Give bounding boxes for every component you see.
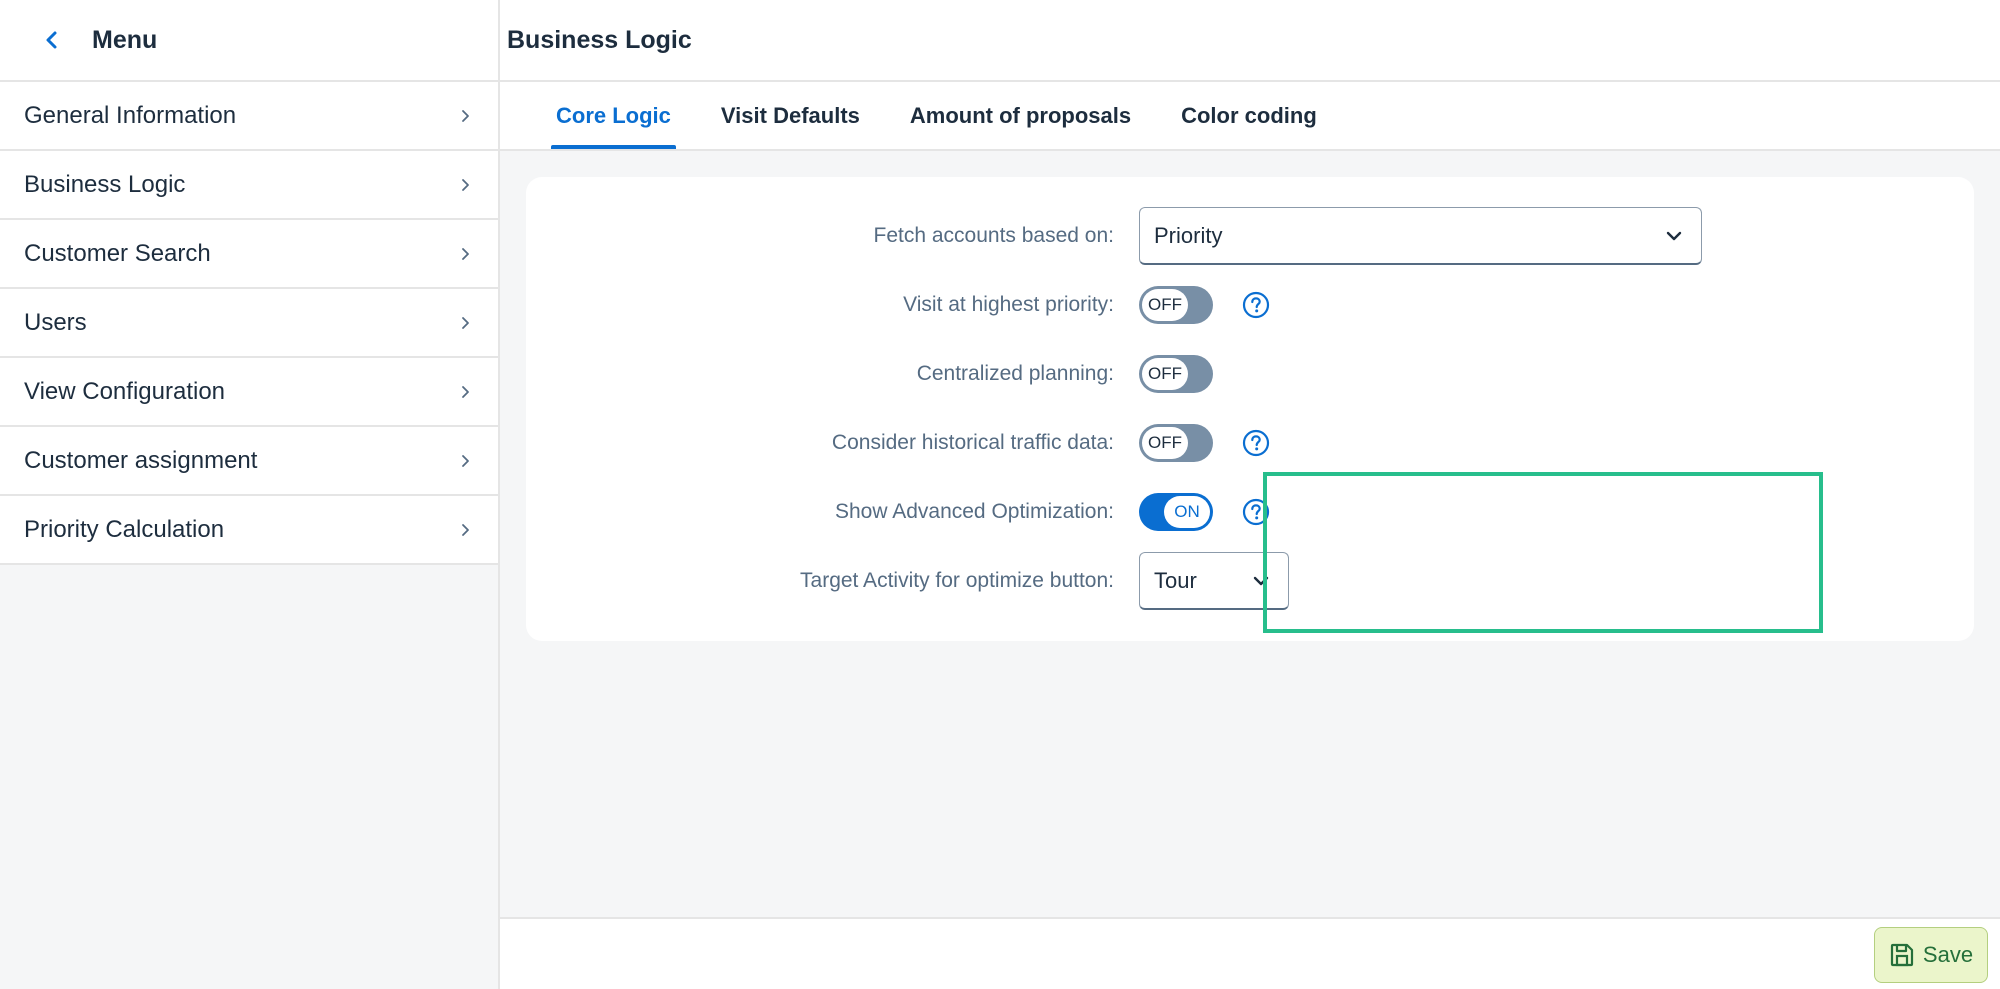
sidebar-item-business-logic[interactable]: Business Logic [0,151,498,220]
settings-card: Fetch accounts based on: Priority Visit … [526,177,1974,641]
chevron-left-icon [46,31,57,49]
fetch-accounts-value: Priority [1154,222,1223,248]
help-icon[interactable] [1241,497,1271,527]
form-row-visit-highest-priority: Visit at highest priority: OFF [526,275,1974,335]
chevron-right-icon [462,454,469,467]
form-row-advanced-optimization: Show Advanced Optimization: ON [526,482,1974,542]
chevron-right-icon [462,316,469,329]
target-activity-control: Tour [1139,551,1289,611]
chevron-right-icon [462,109,469,122]
page-header: Business Logic [500,0,2000,82]
help-icon[interactable] [1241,428,1271,458]
sidebar-item-label: View Configuration [24,377,226,405]
centralized-planning-toggle[interactable]: OFF [1139,355,1213,393]
sidebar-item-label: Customer Search [24,239,211,267]
centralized-planning-control: OFF [1139,344,1213,404]
toggle-state-text: ON [1164,496,1210,528]
toggle-state-text: OFF [1142,427,1188,459]
form-row-historical-traffic: Consider historical traffic data: OFF [526,413,1974,473]
advanced-optimization-control: ON [1139,482,1271,542]
chevron-right-icon [462,178,469,191]
sidebar-title: Menu [92,25,158,54]
sidebar-item-label: Customer assignment [24,446,258,474]
form-row-target-activity: Target Activity for optimize button: Tou… [526,551,1974,611]
toggle-state-text: OFF [1142,289,1188,321]
save-button[interactable]: Save [1874,927,1988,983]
advanced-optimization-toggle[interactable]: ON [1139,493,1213,531]
target-activity-label: Target Activity for optimize button: [800,569,1114,592]
chevron-down-icon [1253,576,1269,585]
chevron-right-icon [462,385,469,398]
tab-visit-defaults[interactable]: Visit Defaults [716,82,865,149]
toggle-state-text: OFF [1142,358,1188,390]
advanced-optimization-label: Show Advanced Optimization: [835,500,1114,523]
tab-core-logic[interactable]: Core Logic [551,82,676,149]
chevron-right-icon [462,247,469,260]
page-title: Business Logic [507,25,692,54]
sidebar-item-label: Priority Calculation [24,515,225,543]
sidebar-item-priority-calculation[interactable]: Priority Calculation [0,496,498,565]
chevron-right-icon [462,523,469,536]
chevron-down-icon [1666,231,1682,240]
form-row-centralized-planning: Centralized planning: OFF [526,344,1974,404]
sidebar-item-customer-assignment[interactable]: Customer assignment [0,427,498,496]
centralized-planning-label: Centralized planning: [916,362,1114,385]
historical-traffic-control: OFF [1139,413,1271,473]
visit-highest-priority-toggle[interactable]: OFF [1139,286,1213,324]
save-icon [1890,943,1914,967]
target-activity-value: Tour [1154,567,1197,593]
tab-bar: Core Logic Visit Defaults Amount of prop… [500,82,2000,151]
main-content: Business Logic Core Logic Visit Defaults… [500,0,2000,989]
historical-traffic-label: Consider historical traffic data: [831,431,1114,454]
sidebar-header: Menu [0,0,498,82]
footer-toolbar: Save [500,917,2000,989]
help-icon[interactable] [1241,290,1271,320]
tab-color-coding[interactable]: Color coding [1176,82,1322,149]
sidebar-item-label: General Information [24,101,237,129]
sidebar: Menu General Information Business Logic … [0,0,500,989]
fetch-accounts-control: Priority [1139,206,1702,266]
fetch-accounts-select[interactable]: Priority [1139,207,1702,265]
historical-traffic-toggle[interactable]: OFF [1139,424,1213,462]
form-row-fetch-accounts: Fetch accounts based on: Priority [526,206,1974,266]
sidebar-item-label: Users [24,308,87,336]
tab-amount-of-proposals[interactable]: Amount of proposals [905,82,1136,149]
visit-highest-priority-label: Visit at highest priority: [903,293,1114,316]
sidebar-item-customer-search[interactable]: Customer Search [0,220,498,289]
sidebar-item-general-information[interactable]: General Information [0,82,498,151]
sidebar-item-users[interactable]: Users [0,289,498,358]
sidebar-item-label: Business Logic [24,170,186,198]
menu-list: General Information Business Logic Custo… [0,82,498,565]
back-button[interactable] [22,10,82,70]
sidebar-item-view-configuration[interactable]: View Configuration [0,358,498,427]
fetch-accounts-label: Fetch accounts based on: [873,224,1115,247]
visit-highest-priority-control: OFF [1139,275,1271,335]
target-activity-select[interactable]: Tour [1139,552,1289,610]
save-button-label: Save [1922,942,1974,967]
